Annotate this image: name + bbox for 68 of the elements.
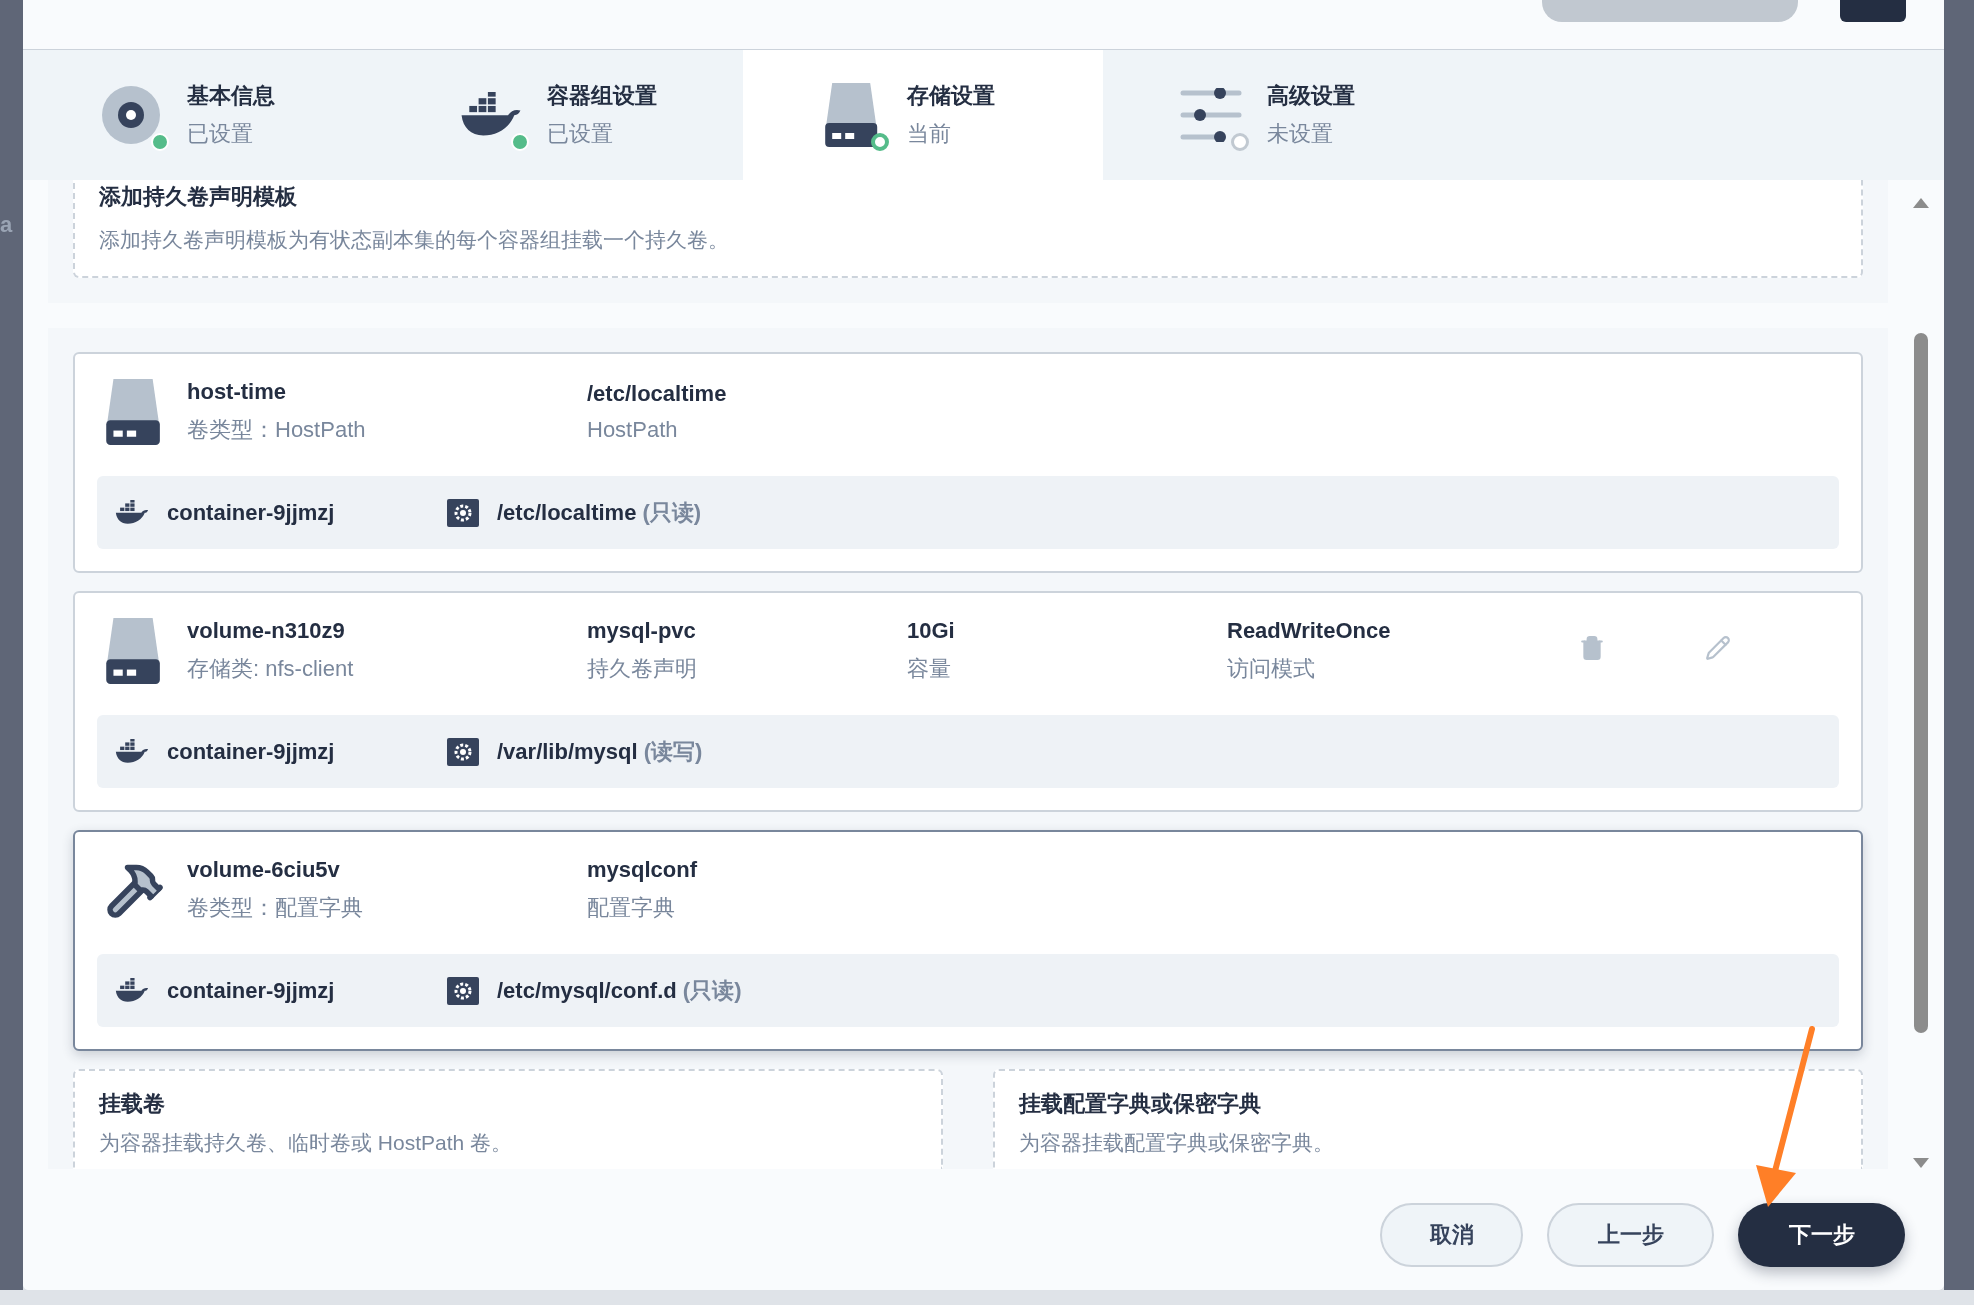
mount-path: /etc/mysql/conf.d (只读)	[497, 976, 742, 1005]
volume-value: ReadWriteOnce	[1227, 618, 1392, 644]
mount-path: /etc/localtime (只读)	[497, 498, 702, 527]
volume-value: volume-6ciu5v	[187, 857, 341, 883]
volume-value: mysql-pvc	[587, 618, 697, 644]
option-description: 为容器挂载持久卷、临时卷或 HostPath 卷。	[99, 1130, 514, 1156]
option-title: 挂载配置字典或保密字典	[1019, 1090, 1262, 1118]
step-status: 已设置	[187, 120, 254, 148]
volume-card[interactable]: host-time 卷类型：HostPath /etc/localtime HostPath container-9jjmzj /etc/localtime (只读)	[73, 352, 1863, 573]
step-tab[interactable]: 存储设置 当前	[743, 50, 1103, 180]
volume-value: volume-n310z9	[187, 618, 346, 644]
volume-label: 卷类型：HostPath	[187, 416, 367, 444]
container-name: container-9jjmzj	[167, 977, 335, 1004]
step-status: 当前	[907, 120, 952, 148]
container-name: container-9jjmzj	[167, 499, 335, 526]
disk-icon	[101, 85, 161, 145]
step-tab[interactable]: 高级设置 未设置	[1103, 50, 1463, 180]
container-name: container-9jjmzj	[167, 738, 335, 765]
volume-value: host-time	[187, 379, 287, 405]
step-tab[interactable]: 容器组设置 已设置	[383, 50, 743, 180]
volume-value: 10Gi	[907, 618, 956, 644]
volume-label: 卷类型：配置字典	[187, 894, 364, 922]
docker-whale-icon	[115, 499, 149, 526]
scroll-down-icon[interactable]	[1913, 1158, 1929, 1168]
mount-path: /var/lib/mysql (读写)	[497, 737, 703, 766]
section-title: 添加持久卷声明模板	[99, 183, 298, 211]
option-title: 挂载卷	[99, 1090, 166, 1118]
volume-label: HostPath	[587, 417, 679, 443]
scroll-up-icon[interactable]	[1913, 198, 1929, 208]
volume-value: mysqlconf	[587, 857, 699, 883]
mount-point-icon	[447, 976, 479, 1005]
edit-icon[interactable]	[1705, 635, 1731, 661]
docker-whale-icon	[115, 738, 149, 765]
volume-label: 存储类: nfs-client	[187, 655, 355, 683]
volume-card[interactable]: volume-n310z9 存储类: nfs-client mysql-pvc 持久卷声明 10Gi 容量 ReadWriteOnce 访问模式 container-9jjmzj /var/lib/mysql (读写)	[73, 591, 1863, 812]
add-template-box[interactable]: 添加持久卷声明模板 添加持久卷声明模板为有状态副本集的每个容器组挂载一个持久卷。	[73, 180, 1863, 278]
drive-icon	[105, 379, 162, 445]
footer-button[interactable]: 下一步	[1738, 1203, 1905, 1267]
mount-point-icon	[447, 498, 479, 527]
volume-label: 访问模式	[1227, 655, 1316, 683]
option-description: 为容器挂载配置字典或保密字典。	[1019, 1130, 1335, 1156]
drive-icon	[823, 83, 879, 147]
step-status: 已设置	[547, 120, 614, 148]
step-title: 高级设置	[1267, 82, 1355, 110]
scrollbar-thumb[interactable]	[1914, 333, 1928, 1033]
add-option-box[interactable]: 挂载配置字典或保密字典 为容器挂载配置字典或保密字典。	[993, 1069, 1863, 1169]
mount-point-icon	[447, 737, 479, 766]
drive-icon	[105, 618, 162, 684]
step-status: 未设置	[1267, 120, 1334, 148]
docker-whale-icon	[115, 977, 149, 1004]
background-text: a	[0, 212, 14, 238]
step-tab[interactable]: 基本信息 已设置	[23, 50, 383, 180]
volume-card[interactable]: volume-6ciu5v 卷类型：配置字典 mysqlconf 配置字典 container-9jjmzj /etc/mysql/conf.d (只读)	[73, 830, 1863, 1051]
volume-label: 配置字典	[587, 894, 676, 922]
footer-button[interactable]: 上一步	[1547, 1203, 1714, 1267]
footer-button[interactable]: 取消	[1380, 1203, 1523, 1267]
volume-value: /etc/localtime	[587, 381, 728, 407]
step-title: 容器组设置	[547, 82, 657, 110]
dark-button[interactable]	[1840, 0, 1906, 22]
pill-button[interactable]	[1542, 0, 1798, 22]
step-title: 基本信息	[187, 82, 275, 110]
section-description: 添加持久卷声明模板为有状态副本集的每个容器组挂载一个持久卷。	[99, 227, 730, 253]
step-title: 存储设置	[907, 82, 995, 110]
add-option-box[interactable]: 挂载卷 为容器挂载持久卷、临时卷或 HostPath 卷。	[73, 1069, 943, 1169]
volume-label: 容量	[907, 655, 952, 683]
delete-icon[interactable]	[1579, 635, 1605, 661]
sliders-icon	[1180, 88, 1242, 142]
volume-label: 持久卷声明	[587, 655, 698, 683]
